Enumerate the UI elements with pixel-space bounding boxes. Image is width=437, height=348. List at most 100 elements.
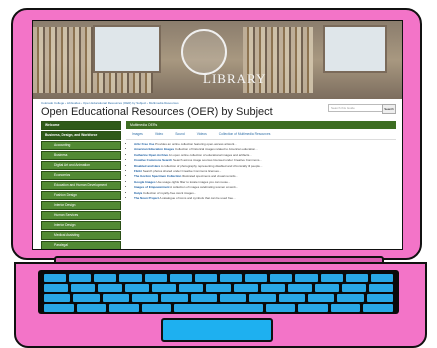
key[interactable] bbox=[287, 284, 312, 292]
library-banner: LIBRARY bbox=[33, 21, 402, 99]
key[interactable] bbox=[314, 284, 339, 292]
resource-item: The Noun Project A catalogue of icons an… bbox=[134, 195, 392, 201]
window-right bbox=[323, 25, 387, 73]
laptop-base bbox=[14, 262, 427, 348]
key[interactable] bbox=[260, 284, 285, 292]
tab[interactable]: Sound bbox=[175, 132, 185, 136]
resource-link[interactable]: Google Images bbox=[134, 180, 156, 184]
resource-description: A collection of photography representing… bbox=[160, 163, 263, 168]
key[interactable] bbox=[330, 304, 361, 312]
key[interactable] bbox=[206, 284, 231, 292]
sidebar-item[interactable]: Paralegal bbox=[41, 241, 121, 249]
key[interactable] bbox=[109, 304, 139, 312]
main-panel: Multimedia OERs Images Video Sound Videos Co… bbox=[126, 121, 396, 202]
resource-link[interactable]: The Gordon Specimen Collection bbox=[134, 174, 181, 178]
space-key[interactable] bbox=[174, 304, 263, 312]
key[interactable] bbox=[141, 304, 172, 312]
resource-link[interactable]: Disabled and Here bbox=[134, 164, 160, 168]
sidebar-item[interactable]: Medical Assisting bbox=[41, 231, 121, 240]
sidebar-item[interactable]: Interior Design bbox=[41, 201, 121, 210]
resource-link[interactable]: Artic Free Use bbox=[134, 142, 154, 146]
resource-link[interactable]: Flickr bbox=[134, 169, 142, 173]
key[interactable] bbox=[44, 274, 67, 282]
key[interactable] bbox=[69, 274, 92, 282]
tab[interactable]: Collection of Multimedia Resources bbox=[219, 132, 271, 136]
key[interactable] bbox=[368, 284, 394, 292]
key[interactable] bbox=[219, 274, 243, 282]
key[interactable] bbox=[102, 294, 129, 302]
key[interactable] bbox=[265, 304, 296, 312]
key[interactable] bbox=[94, 274, 117, 282]
search-button[interactable]: Search bbox=[382, 104, 396, 114]
resource-item: American Education Images Collection of … bbox=[134, 147, 392, 152]
resource-item: Katya Collection of royalty-free stock i… bbox=[134, 190, 392, 196]
resource-link[interactable]: The Noun Project bbox=[134, 196, 159, 200]
sidebar-item[interactable]: Interior Design bbox=[41, 221, 121, 230]
resource-link[interactable]: Images of Empowerment bbox=[134, 185, 170, 189]
sidebar-item[interactable]: Education and Human Development bbox=[41, 181, 121, 190]
key[interactable] bbox=[278, 294, 305, 302]
sidebar-item[interactable]: Business, Design, and Workforce bbox=[41, 131, 121, 140]
sidebar-item[interactable]: Fashion Design bbox=[41, 191, 121, 200]
resource-description: Search photos shared under Creative Comm… bbox=[142, 168, 222, 173]
key[interactable] bbox=[161, 294, 188, 302]
key[interactable] bbox=[295, 274, 318, 282]
key[interactable] bbox=[73, 294, 100, 302]
key[interactable] bbox=[298, 304, 328, 312]
key[interactable] bbox=[169, 274, 192, 282]
tab[interactable]: Videos bbox=[197, 132, 207, 136]
tab[interactable]: Images bbox=[132, 132, 143, 136]
laptop-lid: LIBRARY Colorado College › LibGuides › O… bbox=[11, 8, 422, 260]
key[interactable] bbox=[363, 304, 394, 312]
sidebar-item[interactable]: Business bbox=[41, 151, 121, 160]
tab[interactable]: Video bbox=[155, 132, 163, 136]
resource-description: Provides an online collection featuring … bbox=[154, 142, 237, 146]
key[interactable] bbox=[44, 294, 71, 302]
key[interactable] bbox=[71, 284, 96, 292]
key[interactable] bbox=[341, 284, 366, 292]
key[interactable] bbox=[337, 294, 364, 302]
key[interactable] bbox=[307, 294, 335, 302]
resource-link[interactable]: Katya bbox=[134, 191, 142, 195]
key[interactable] bbox=[190, 294, 217, 302]
key[interactable] bbox=[125, 284, 150, 292]
resource-link[interactable]: Catherine Open Archive bbox=[134, 153, 168, 157]
sidebar-item[interactable]: Economics bbox=[41, 171, 121, 180]
browser-screen: LIBRARY Colorado College › LibGuides › O… bbox=[32, 20, 403, 250]
key[interactable] bbox=[152, 284, 177, 292]
key[interactable] bbox=[76, 304, 107, 312]
tab-bar: Images Video Sound Videos Collection of Mult… bbox=[126, 129, 396, 140]
key[interactable] bbox=[179, 284, 204, 292]
sidebar-item[interactable]: Human Services bbox=[41, 211, 121, 220]
key[interactable] bbox=[194, 274, 217, 282]
sidebar-item[interactable]: Accounting bbox=[41, 141, 121, 150]
trackpad[interactable] bbox=[161, 318, 273, 342]
key[interactable] bbox=[98, 284, 123, 292]
resource-link[interactable]: American Education Images bbox=[134, 147, 174, 151]
key[interactable] bbox=[131, 294, 159, 302]
key[interactable] bbox=[44, 304, 74, 312]
key[interactable] bbox=[320, 274, 343, 282]
key[interactable] bbox=[119, 274, 142, 282]
key-row bbox=[44, 284, 394, 292]
keyboard bbox=[38, 270, 399, 314]
key[interactable] bbox=[270, 274, 293, 282]
resource-description: Collection of royalty-free stock images.… bbox=[142, 190, 197, 195]
key[interactable] bbox=[233, 284, 258, 292]
key[interactable] bbox=[345, 274, 368, 282]
search-input[interactable]: Search this Guide bbox=[328, 104, 384, 112]
resource-description: Illustrated specimens and visual records… bbox=[181, 174, 239, 179]
resource-description: A catalogue of icons and symbols that ca… bbox=[158, 195, 236, 200]
key[interactable] bbox=[44, 284, 69, 292]
resource-link[interactable]: Creative Commons Search bbox=[134, 158, 172, 162]
key[interactable] bbox=[219, 294, 247, 302]
key[interactable] bbox=[144, 274, 167, 282]
sidebar-item[interactable]: Welcome bbox=[41, 121, 121, 130]
key[interactable] bbox=[370, 274, 393, 282]
sidebar-item[interactable]: Digital Art and Animation bbox=[41, 161, 121, 170]
key[interactable] bbox=[366, 294, 393, 302]
panel-heading: Multimedia OERs bbox=[126, 121, 396, 129]
resource-item: Catherine Open Archive An open online co… bbox=[134, 153, 392, 158]
key[interactable] bbox=[249, 294, 276, 302]
key[interactable] bbox=[245, 274, 268, 282]
